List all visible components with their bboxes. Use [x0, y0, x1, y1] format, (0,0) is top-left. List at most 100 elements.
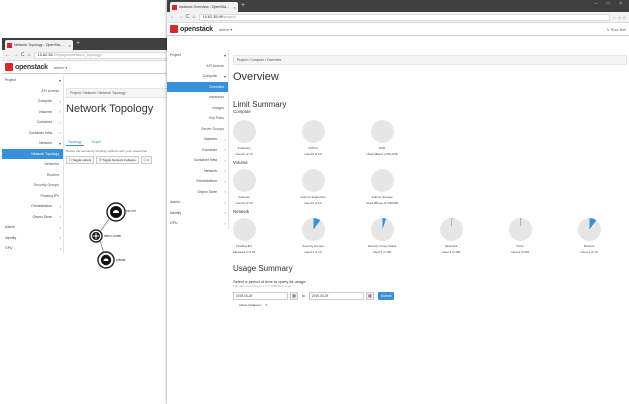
- sidebar-item-volumes[interactable]: Volumes ›: [2, 107, 63, 118]
- sidebar-nav: Project ▾ API Access Compute › Volumes › Contai…: [2, 75, 64, 254]
- sidebar-item-overview[interactable]: Overview: [167, 81, 228, 92]
- openstack-logo-text[interactable]: openstack: [15, 64, 48, 71]
- sidebar-item-api-access[interactable]: API Access: [2, 86, 63, 97]
- sidebar-item-volumes[interactable]: Volumes ›: [167, 134, 228, 145]
- browser-tab[interactable]: Network Topology - OpenSta... ×: [5, 40, 73, 50]
- user-menu[interactable]: ↳ Root Bell: [606, 27, 626, 32]
- chevron-down-icon: ▾: [58, 77, 61, 83]
- sidebar-item-images[interactable]: Images: [167, 103, 228, 114]
- sidebar-item-network[interactable]: Network ▾: [2, 138, 63, 149]
- sidebar-item-container-infra[interactable]: Container Infra ›: [2, 128, 63, 139]
- limit-pie: [232, 169, 256, 192]
- limit-pie-label: Floating IPs: [236, 244, 252, 248]
- limit-chart-security-group-rules: Security Group Rules Used 5 of 100: [360, 218, 404, 254]
- limit-pie-usage: Used 1 of 100: [441, 249, 461, 254]
- forward-arrow-icon[interactable]: →: [13, 52, 18, 58]
- openstack-logo-text[interactable]: openstack: [180, 26, 213, 33]
- topology-node-network[interactable]: ext-net: [106, 202, 136, 222]
- sidebar-item-label: GPU: [5, 246, 13, 251]
- sidebar-item-identity[interactable]: Identity ›: [2, 233, 63, 244]
- sidebar-item-label: Container: [36, 120, 52, 125]
- chevron-right-icon: ›: [59, 214, 61, 220]
- reload-icon[interactable]: C: [186, 14, 190, 20]
- sidebar-item-orchestration[interactable]: Orchestration ›: [2, 201, 63, 212]
- topology-node-network[interactable]: private: [97, 251, 126, 269]
- node-label-ext-net: ext-net: [126, 209, 136, 213]
- sidebar-item-object-store[interactable]: Object Store ›: [167, 187, 228, 198]
- window-controls-icon[interactable]: – □ ×: [595, 1, 627, 7]
- sidebar-item-orchestration[interactable]: Orchestration ›: [167, 176, 228, 187]
- chevron-down-icon: ▾: [223, 73, 226, 79]
- sidebar-item-network-topology[interactable]: Network Topology: [2, 148, 63, 159]
- sidebar-item-admin[interactable]: Admin ›: [2, 222, 63, 233]
- toggle-labels-button[interactable]: ☐ Toggle Labels: [66, 156, 94, 164]
- limit-pie: [301, 120, 325, 143]
- tab-graph[interactable]: Graph: [90, 139, 103, 146]
- node-label-private: private: [116, 258, 126, 262]
- calendar-icon[interactable]: ▦: [365, 292, 374, 300]
- home-icon[interactable]: ⌂: [193, 14, 196, 20]
- sidebar-item-floating-ips[interactable]: Floating IPs: [2, 191, 63, 202]
- limit-pie: [370, 169, 394, 192]
- limit-pie-row: Volumes Used 0 of 10 Volume Snapshots Used …: [232, 169, 627, 206]
- sidebar-item-container[interactable]: Container ›: [167, 145, 228, 156]
- usage-start-date-input[interactable]: 2019-04-29: [233, 292, 288, 300]
- sidebar-item-container-infra[interactable]: Container Infra ›: [167, 155, 228, 166]
- sidebar-item-networks[interactable]: Networks: [2, 159, 63, 170]
- limit-pie-label: Instances: [237, 146, 251, 150]
- openstack-logo-icon[interactable]: [170, 25, 178, 33]
- limit-pie-label: Volume Storage: [371, 195, 393, 199]
- sidebar-item-gpu[interactable]: GPU ›: [2, 243, 63, 254]
- reload-icon[interactable]: C: [21, 52, 25, 58]
- new-tab-icon[interactable]: +: [241, 1, 245, 11]
- usage-end-date-input[interactable]: 2019-04-29: [308, 292, 364, 300]
- toggle-network-collapse-button[interactable]: ☰ Toggle Network Collapse: [95, 156, 139, 164]
- sidebar-item-label: Container Infra: [193, 158, 217, 163]
- browser-tab[interactable]: Instance Overview - OpenSta... ×: [170, 2, 238, 12]
- toolbar-button-truncated[interactable]: ☐ C: [140, 156, 153, 164]
- limit-chart-networks: Networks Used 1 of 100: [429, 218, 473, 254]
- tab-topology[interactable]: Topology: [66, 139, 84, 146]
- sidebar-item-compute[interactable]: Compute ›: [2, 96, 63, 107]
- project-selector[interactable]: admin ▾: [54, 65, 67, 70]
- home-icon[interactable]: ⌂: [28, 52, 31, 58]
- sidebar-item-label: Volumes: [38, 109, 52, 114]
- sidebar-item-project[interactable]: Project ▾: [167, 50, 228, 61]
- sidebar-item-compute[interactable]: Compute ▾: [167, 71, 228, 82]
- active-instances-label: Active Instances:: [239, 303, 262, 307]
- limit-pie-usage: Used 2 of 500: [510, 249, 530, 254]
- close-tab-icon[interactable]: ×: [69, 43, 71, 48]
- openstack-logo-icon[interactable]: [5, 63, 13, 71]
- sidebar-item-key-pairs[interactable]: Key Pairs: [167, 113, 228, 124]
- back-arrow-icon[interactable]: ←: [5, 52, 10, 58]
- chevron-right-icon: ›: [59, 130, 61, 136]
- sidebar-item-admin[interactable]: Admin ›: [167, 197, 228, 208]
- sidebar-item-object-store[interactable]: Object Store ›: [2, 212, 63, 223]
- new-tab-icon[interactable]: +: [76, 39, 80, 49]
- sidebar-item-api-access[interactable]: API Access: [167, 61, 228, 72]
- usage-submit-button[interactable]: Submit: [377, 292, 395, 300]
- sidebar-item-server-groups[interactable]: Server Groups: [167, 124, 228, 135]
- url-host: 10.62.35.: [37, 52, 54, 57]
- sidebar-item-project[interactable]: Project ▾: [2, 75, 63, 86]
- sidebar-item-network[interactable]: Network ›: [167, 166, 228, 177]
- url-field[interactable]: 10.62.35.99/project/: [198, 13, 610, 21]
- close-tab-icon[interactable]: ×: [234, 5, 236, 10]
- sidebar-item-routers[interactable]: Routers: [2, 170, 63, 181]
- browser-tab-title: Instance Overview - OpenSta...: [179, 5, 229, 9]
- forward-arrow-icon[interactable]: →: [178, 14, 183, 20]
- sidebar-item-gpu[interactable]: GPU ›: [167, 218, 228, 229]
- sidebar-item-instances[interactable]: Instances: [167, 92, 228, 103]
- project-selector[interactable]: admin ▾: [219, 27, 232, 32]
- main-content: Project / Compute / Overview Overview Li…: [232, 55, 627, 307]
- back-arrow-icon[interactable]: ←: [170, 14, 175, 20]
- limit-pie-usage: Used 1 of 10: [304, 249, 322, 254]
- limit-chart-volumes: Volumes Used 0 of 10: [222, 169, 266, 205]
- sidebar-item-security-groups[interactable]: Security Groups: [2, 180, 63, 191]
- limit-chart-security-groups: Security Groups Used 1 of 10: [291, 218, 335, 254]
- topology-node-router[interactable]: demo-router: [89, 229, 122, 243]
- sidebar-item-container[interactable]: Container ›: [2, 117, 63, 128]
- calendar-icon[interactable]: ▦: [290, 292, 298, 300]
- page-actions-icon[interactable]: ··· ☆ ☆: [613, 15, 626, 20]
- sidebar-item-identity[interactable]: Identity ›: [167, 208, 228, 219]
